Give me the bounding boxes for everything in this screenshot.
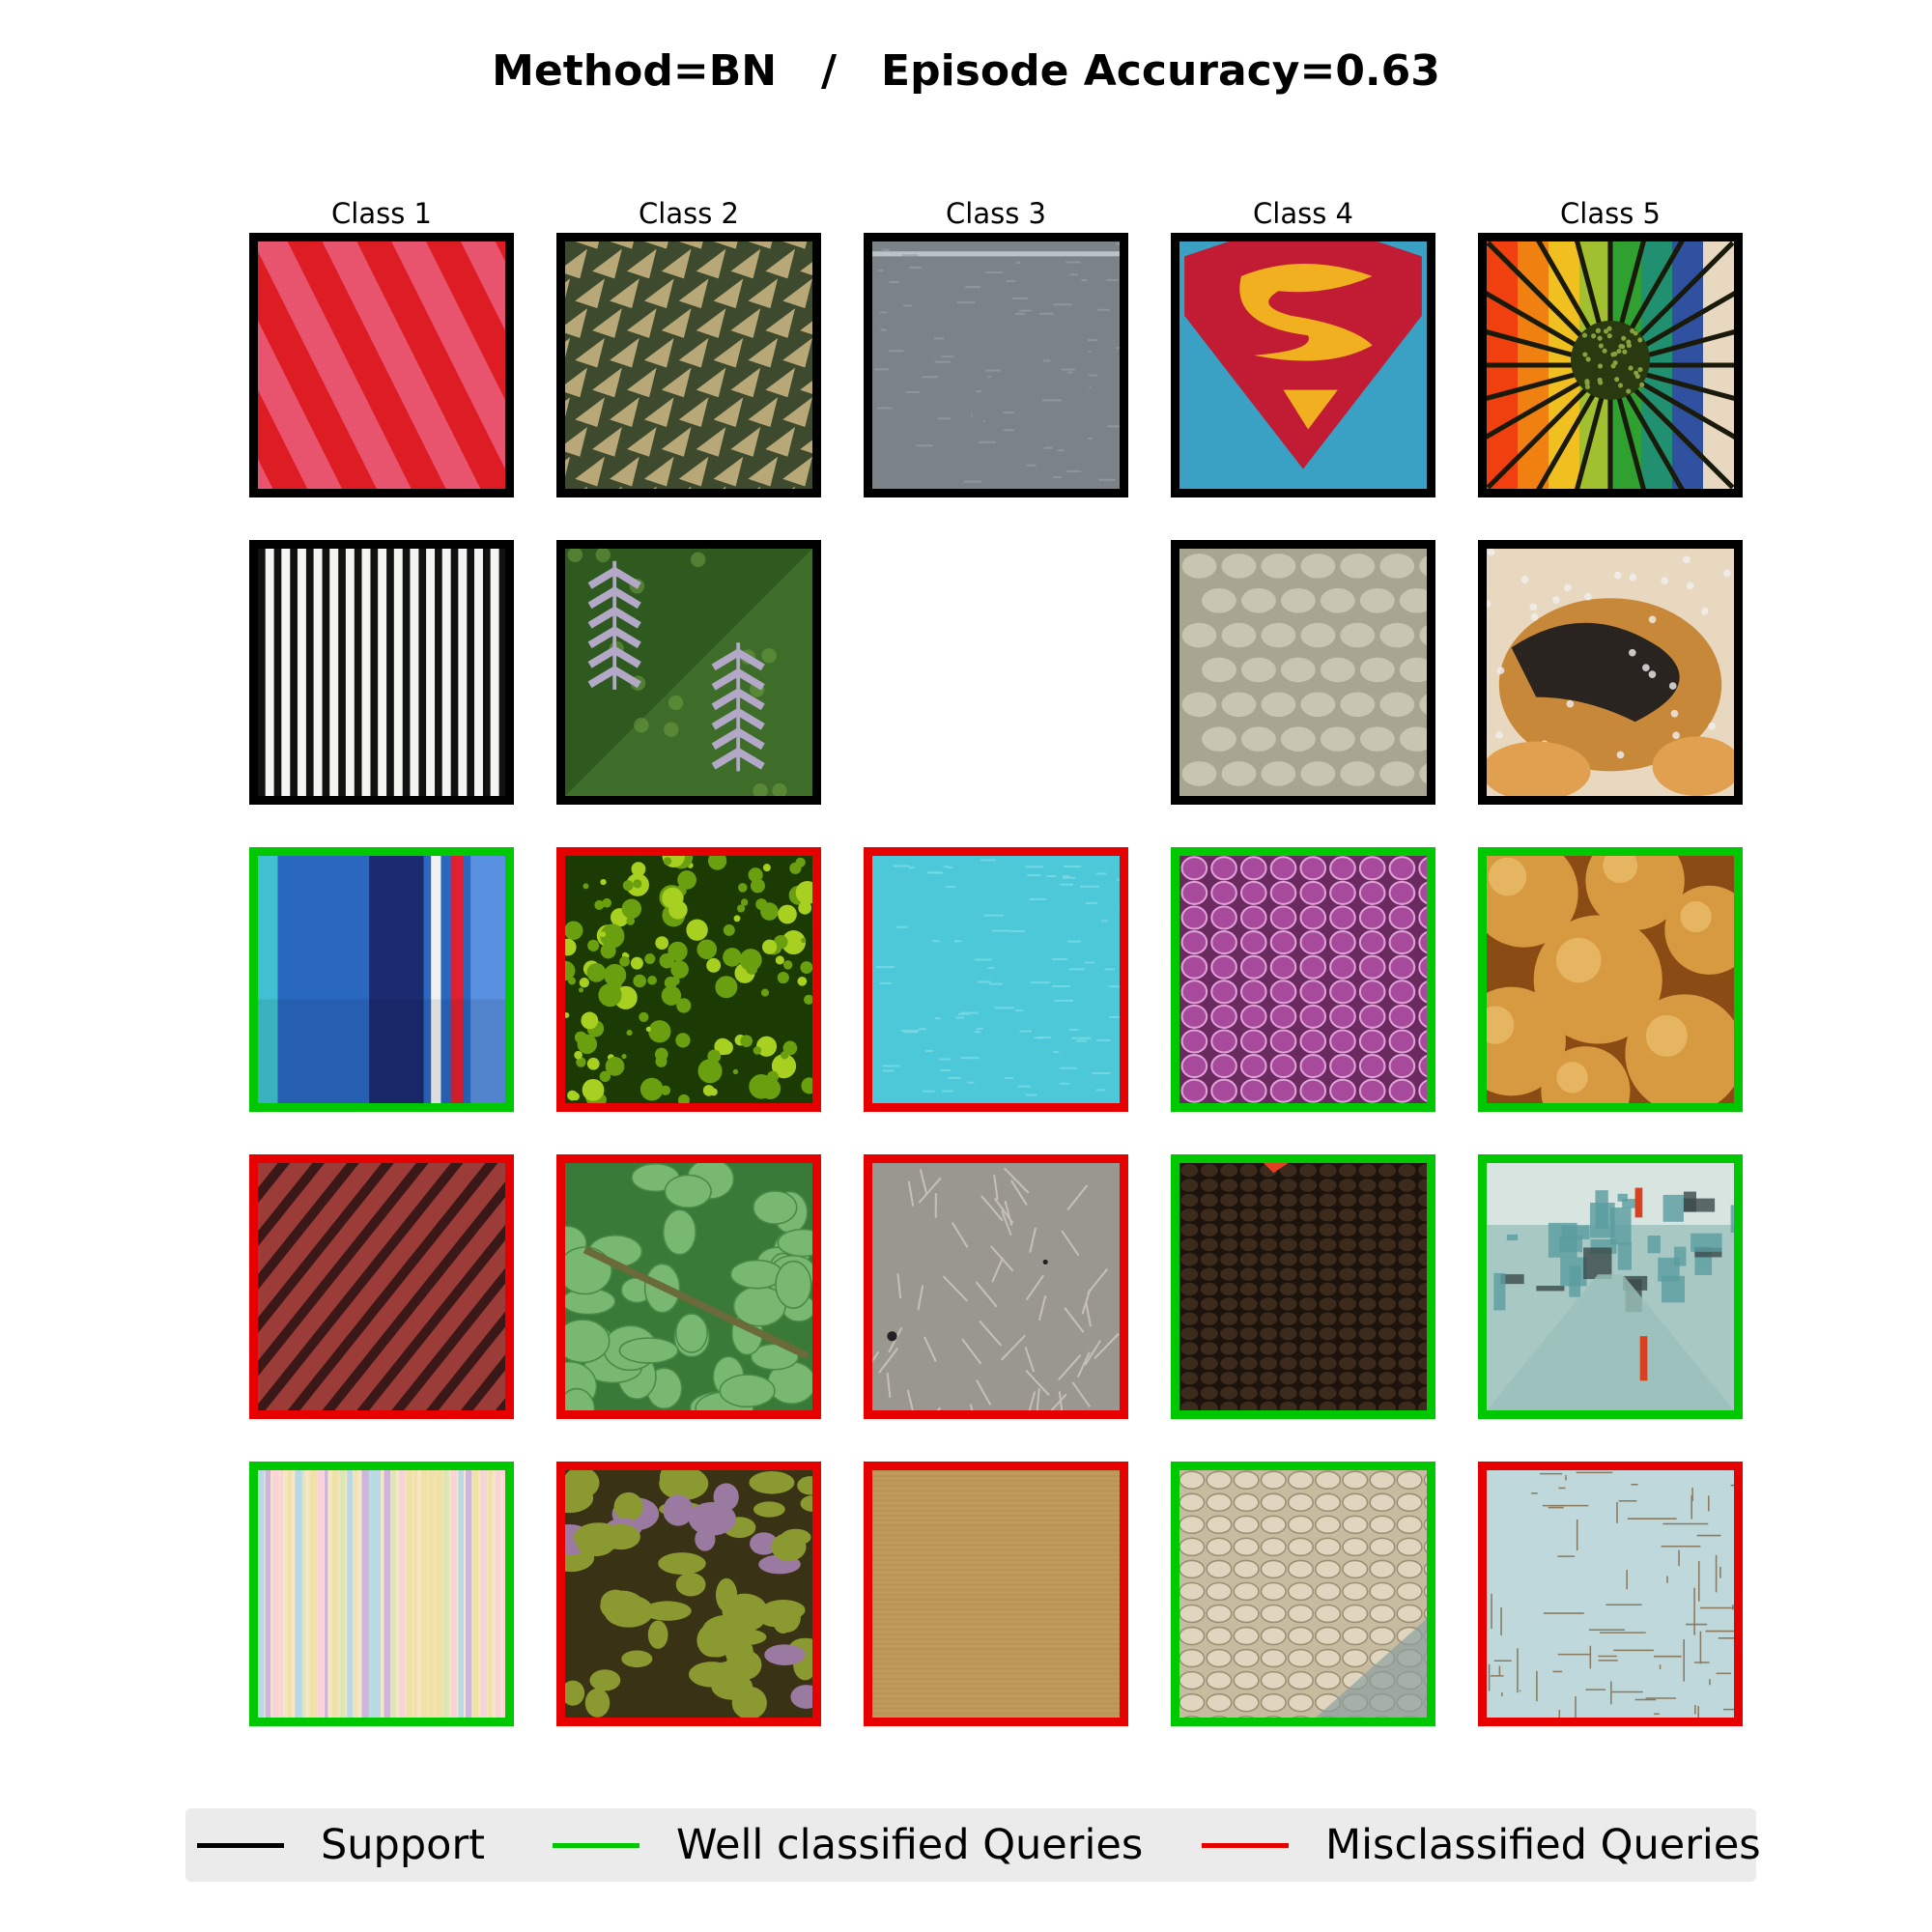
- query-image-well-classified-r3-c5: [1478, 847, 1743, 1112]
- legend-line-well-classified: [553, 1842, 639, 1848]
- support-image-r2-c5: [1478, 540, 1743, 805]
- query-image-misclassified-r4-c3: [864, 1154, 1128, 1419]
- query-image-well-classified-r3-c4: [1171, 847, 1435, 1112]
- class-label-2: Class 2: [639, 197, 739, 230]
- legend-label-misclassified: Misclassified Queries: [1325, 1821, 1761, 1869]
- support-image-r1-c5: [1478, 233, 1743, 497]
- legend-line-support: [197, 1842, 284, 1848]
- query-image-well-classified-r4-c4: [1171, 1154, 1435, 1419]
- query-image-well-classified-r4-c5: [1478, 1154, 1743, 1419]
- legend-item-well-classified: Well classified Queries: [553, 1808, 1143, 1882]
- query-image-misclassified-r4-c1: [249, 1154, 514, 1419]
- support-image-r1-c4: [1171, 233, 1435, 497]
- query-image-well-classified-r5-c4: [1171, 1462, 1435, 1726]
- support-image-r2-c4: [1171, 540, 1435, 805]
- empty-slot-r2-c3: [864, 540, 1128, 805]
- class-label-3: Class 3: [946, 197, 1046, 230]
- query-image-misclassified-r5-c3: [864, 1462, 1128, 1726]
- figure-title: Method=BN / Episode Accuracy=0.63: [492, 46, 1440, 96]
- legend-item-support: Support: [197, 1808, 485, 1882]
- query-image-misclassified-r3-c2: [556, 847, 821, 1112]
- query-image-well-classified-r5-c1: [249, 1462, 514, 1726]
- support-image-r1-c1: [249, 233, 514, 497]
- query-image-misclassified-r5-c5: [1478, 1462, 1743, 1726]
- query-image-misclassified-r4-c2: [556, 1154, 821, 1419]
- legend: Support Well classified Queries Misclass…: [185, 1808, 1761, 1882]
- support-image-r1-c2: [556, 233, 821, 497]
- legend-label-well-classified: Well classified Queries: [676, 1821, 1144, 1869]
- query-image-misclassified-r5-c2: [556, 1462, 821, 1726]
- query-image-well-classified-r3-c1: [249, 847, 514, 1112]
- legend-line-misclassified: [1202, 1842, 1289, 1848]
- class-label-5: Class 5: [1560, 197, 1661, 230]
- query-image-misclassified-r3-c3: [864, 847, 1128, 1112]
- support-image-r2-c2: [556, 540, 821, 805]
- class-label-1: Class 1: [331, 197, 432, 230]
- legend-item-misclassified: Misclassified Queries: [1202, 1808, 1761, 1882]
- class-label-4: Class 4: [1253, 197, 1353, 230]
- support-image-r1-c3: [864, 233, 1128, 497]
- legend-label-support: Support: [321, 1821, 485, 1869]
- support-image-r2-c1: [249, 540, 514, 805]
